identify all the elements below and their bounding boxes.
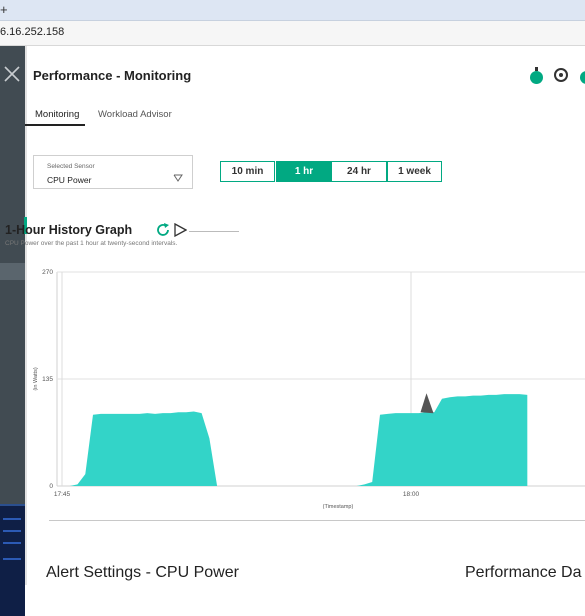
graph-title: 1-Hour History Graph [5,223,132,237]
power-status-icon[interactable] [530,71,543,84]
history-chart: 270 135 017:45 18:00 (Timestamp) (in Watts) [0,262,585,522]
chevron-down-icon[interactable] [173,174,183,182]
browser-tabstrip: + [0,0,585,21]
tab-workload-advisor[interactable]: Workload Advisor [98,109,172,120]
chart-divider [49,520,585,521]
close-icon[interactable] [2,64,22,84]
tab-monitoring[interactable]: Monitoring [35,109,79,120]
range-10min-button[interactable]: 10 min [220,161,275,182]
y-tick-label: 0 [49,483,53,490]
address-bar[interactable]: 6.16.252.158 [0,21,585,46]
performance-data-heading: Performance Da [465,564,582,582]
page-title: Performance - Monitoring [33,68,191,83]
new-tab-button[interactable]: + [0,2,8,17]
alert-settings-heading: Alert Settings - CPU Power [46,564,239,582]
y-tick-label: 135 [42,376,53,383]
x-tick-label: 17:45 [54,491,71,498]
range-1week-button[interactable]: 1 week [387,161,442,182]
series-area [62,394,527,486]
tab-bar: Monitoring Workload Advisor [25,104,585,128]
playback-slider[interactable] [189,231,239,232]
y-tick-label: 270 [42,269,53,276]
sensor-select-value[interactable]: CPU Power [47,175,91,185]
power-status-icon[interactable] [580,71,585,84]
refresh-icon[interactable] [155,222,171,238]
x-axis-label: (Timestamp) [323,504,354,510]
x-tick-label: 18:00 [403,491,420,498]
range-1hr-button[interactable]: 1 hr [276,161,332,182]
y-axis-label: (in Watts) [33,367,39,390]
spike-mark [421,393,434,413]
play-icon[interactable] [173,223,187,237]
sensor-select[interactable]: Selected Sensor CPU Power [33,155,193,189]
address-bar-url[interactable]: 6.16.252.158 [0,26,64,38]
target-icon[interactable] [554,68,568,82]
sensor-select-label: Selected Sensor [47,163,95,170]
graph-subtitle: CPU Power over the past 1 hour at twenty… [5,240,177,247]
tab-active-underline [25,124,85,126]
range-24hr-button[interactable]: 24 hr [331,161,387,182]
